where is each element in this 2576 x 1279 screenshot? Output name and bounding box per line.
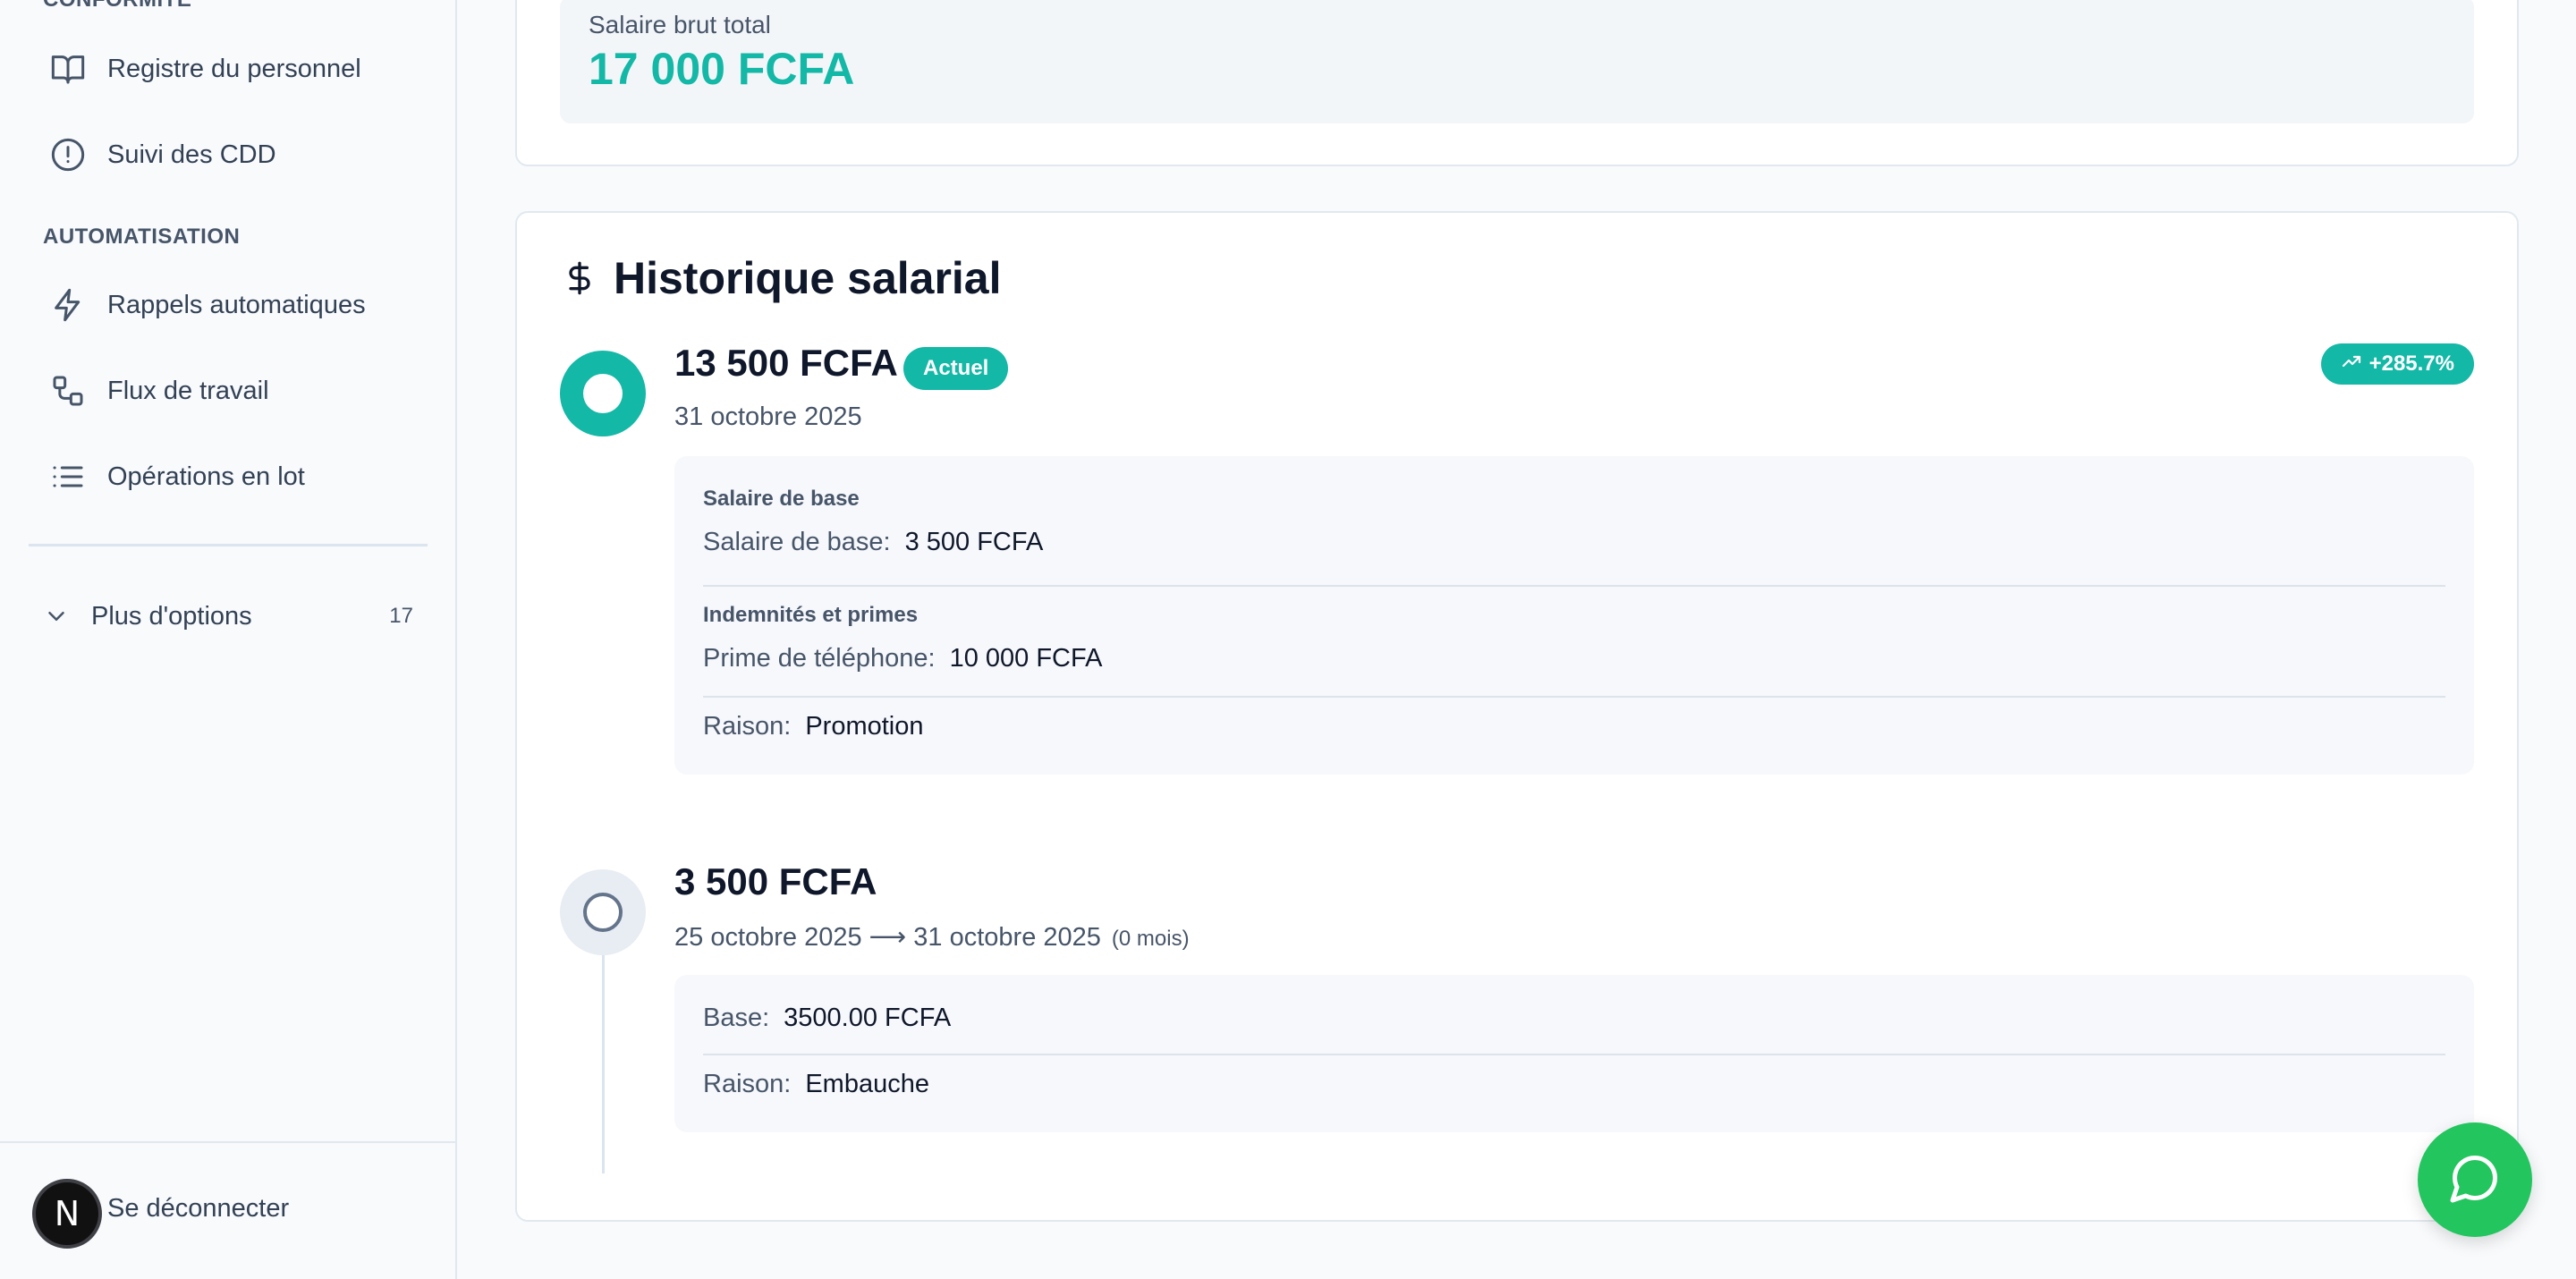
detail-separator [703,585,2445,587]
chevron-down-icon [43,603,84,630]
more-options-count: 17 [389,604,413,628]
change-badge: +285.7% [2320,343,2474,385]
sidebar-item-label: Suivi des CDD [107,140,276,169]
sidebar-item-flux[interactable]: Flux de travail [29,357,428,425]
detail-value: 10 000 FCFA [949,644,1103,673]
detail-value: Embauche [805,1070,929,1098]
entry-date: 31 octobre 2025 [674,402,862,431]
allowance-row: Prime de téléphone: 10 000 FCFA [703,644,1102,673]
history-title: Historique salarial [614,253,1002,303]
entry-amount: 3 500 FCFA [674,860,877,902]
detail-value: Promotion [805,712,924,741]
entry-date-range: 25 octobre 2025 ⟶ 31 octobre 2025 (0 mois… [674,921,1190,953]
message-circle-icon [2448,1151,2502,1209]
list-icon [29,459,107,495]
entry-details: Salaire de base Salaire de base: 3 500 F… [674,456,2474,775]
history-header: Historique salarial [562,252,1002,304]
entry-details: Base: 3500.00 FCFA Raison: Embauche [674,975,2474,1132]
detail-value: 3500.00 FCFA [784,1004,952,1032]
avatar[interactable]: N [32,1179,102,1249]
zap-icon [29,287,107,323]
detail-key: Salaire de base: [703,528,891,556]
detail-key: Raison: [703,1070,792,1098]
sidebar-item-label: Opérations en lot [107,462,305,491]
salary-history-card: Historique salarial 13 500 FCFA Actuel +… [515,211,2519,1222]
sidebar-item-registre[interactable]: Registre du personnel [29,35,428,103]
reason-row: Raison: Embauche [703,1070,929,1099]
alert-circle-icon [29,137,107,173]
book-open-icon [29,51,107,87]
timeline-line [602,946,605,1173]
more-options-label: Plus d'options [91,601,252,631]
base-salary-heading: Salaire de base [703,487,860,511]
detail-separator [703,696,2445,698]
detail-separator [703,1054,2445,1055]
current-badge: Actuel [903,347,1009,390]
section-title-conformite: CONFORMITÉ [43,0,191,13]
detail-value: 3 500 FCFA [904,528,1044,556]
gross-salary-box: Salaire brut total 17 000 FCFA [560,0,2474,123]
reason-row: Raison: Promotion [703,712,924,741]
allowances-heading: Indemnités et primes [703,603,919,627]
duration: (0 mois) [1111,927,1190,951]
workflow-icon [29,373,107,409]
dollar-sign-icon [562,258,597,298]
sidebar-item-rappels[interactable]: Rappels automatiques [29,271,428,339]
sidebar-item-label: Registre du personnel [107,54,361,83]
logout-button[interactable]: Se déconnecter [107,1194,289,1224]
detail-key: Raison: [703,712,792,741]
sidebar-item-label: Rappels automatiques [107,290,366,319]
gross-salary-label: Salaire brut total [589,11,771,38]
timeline-marker-past [560,869,646,955]
sidebar-divider [29,544,428,546]
sidebar-item-suivi-cdd[interactable]: Suivi des CDD [29,121,428,189]
gross-salary-value: 17 000 FCFA [589,44,855,94]
trending-up-icon [2341,351,2362,378]
sidebar-item-label: Flux de travail [107,376,269,405]
change-value: +285.7% [2368,352,2454,376]
section-title-automatisation: AUTOMATISATION [43,224,241,249]
detail-key: Base: [703,1004,770,1032]
sidebar-footer: N Se déconnecter [0,1141,455,1279]
sidebar-item-operations-lot[interactable]: Opérations en lot [29,443,428,511]
timeline-marker-current [560,351,646,436]
entry-amount: 13 500 FCFA [674,342,898,384]
base-row: Base: 3500.00 FCFA [703,1004,951,1033]
sidebar: CONFORMITÉ Registre du personnel Suivi d… [0,0,457,1279]
date-range: 25 octobre 2025 ⟶ 31 octobre 2025 [674,923,1101,952]
detail-key: Prime de téléphone: [703,644,936,673]
base-salary-row: Salaire de base: 3 500 FCFA [703,528,1043,557]
more-options-toggle[interactable]: Plus d'options 17 [43,585,413,648]
chat-button[interactable] [2418,1122,2532,1237]
salary-summary-card: Salaire brut total 17 000 FCFA [515,0,2519,166]
